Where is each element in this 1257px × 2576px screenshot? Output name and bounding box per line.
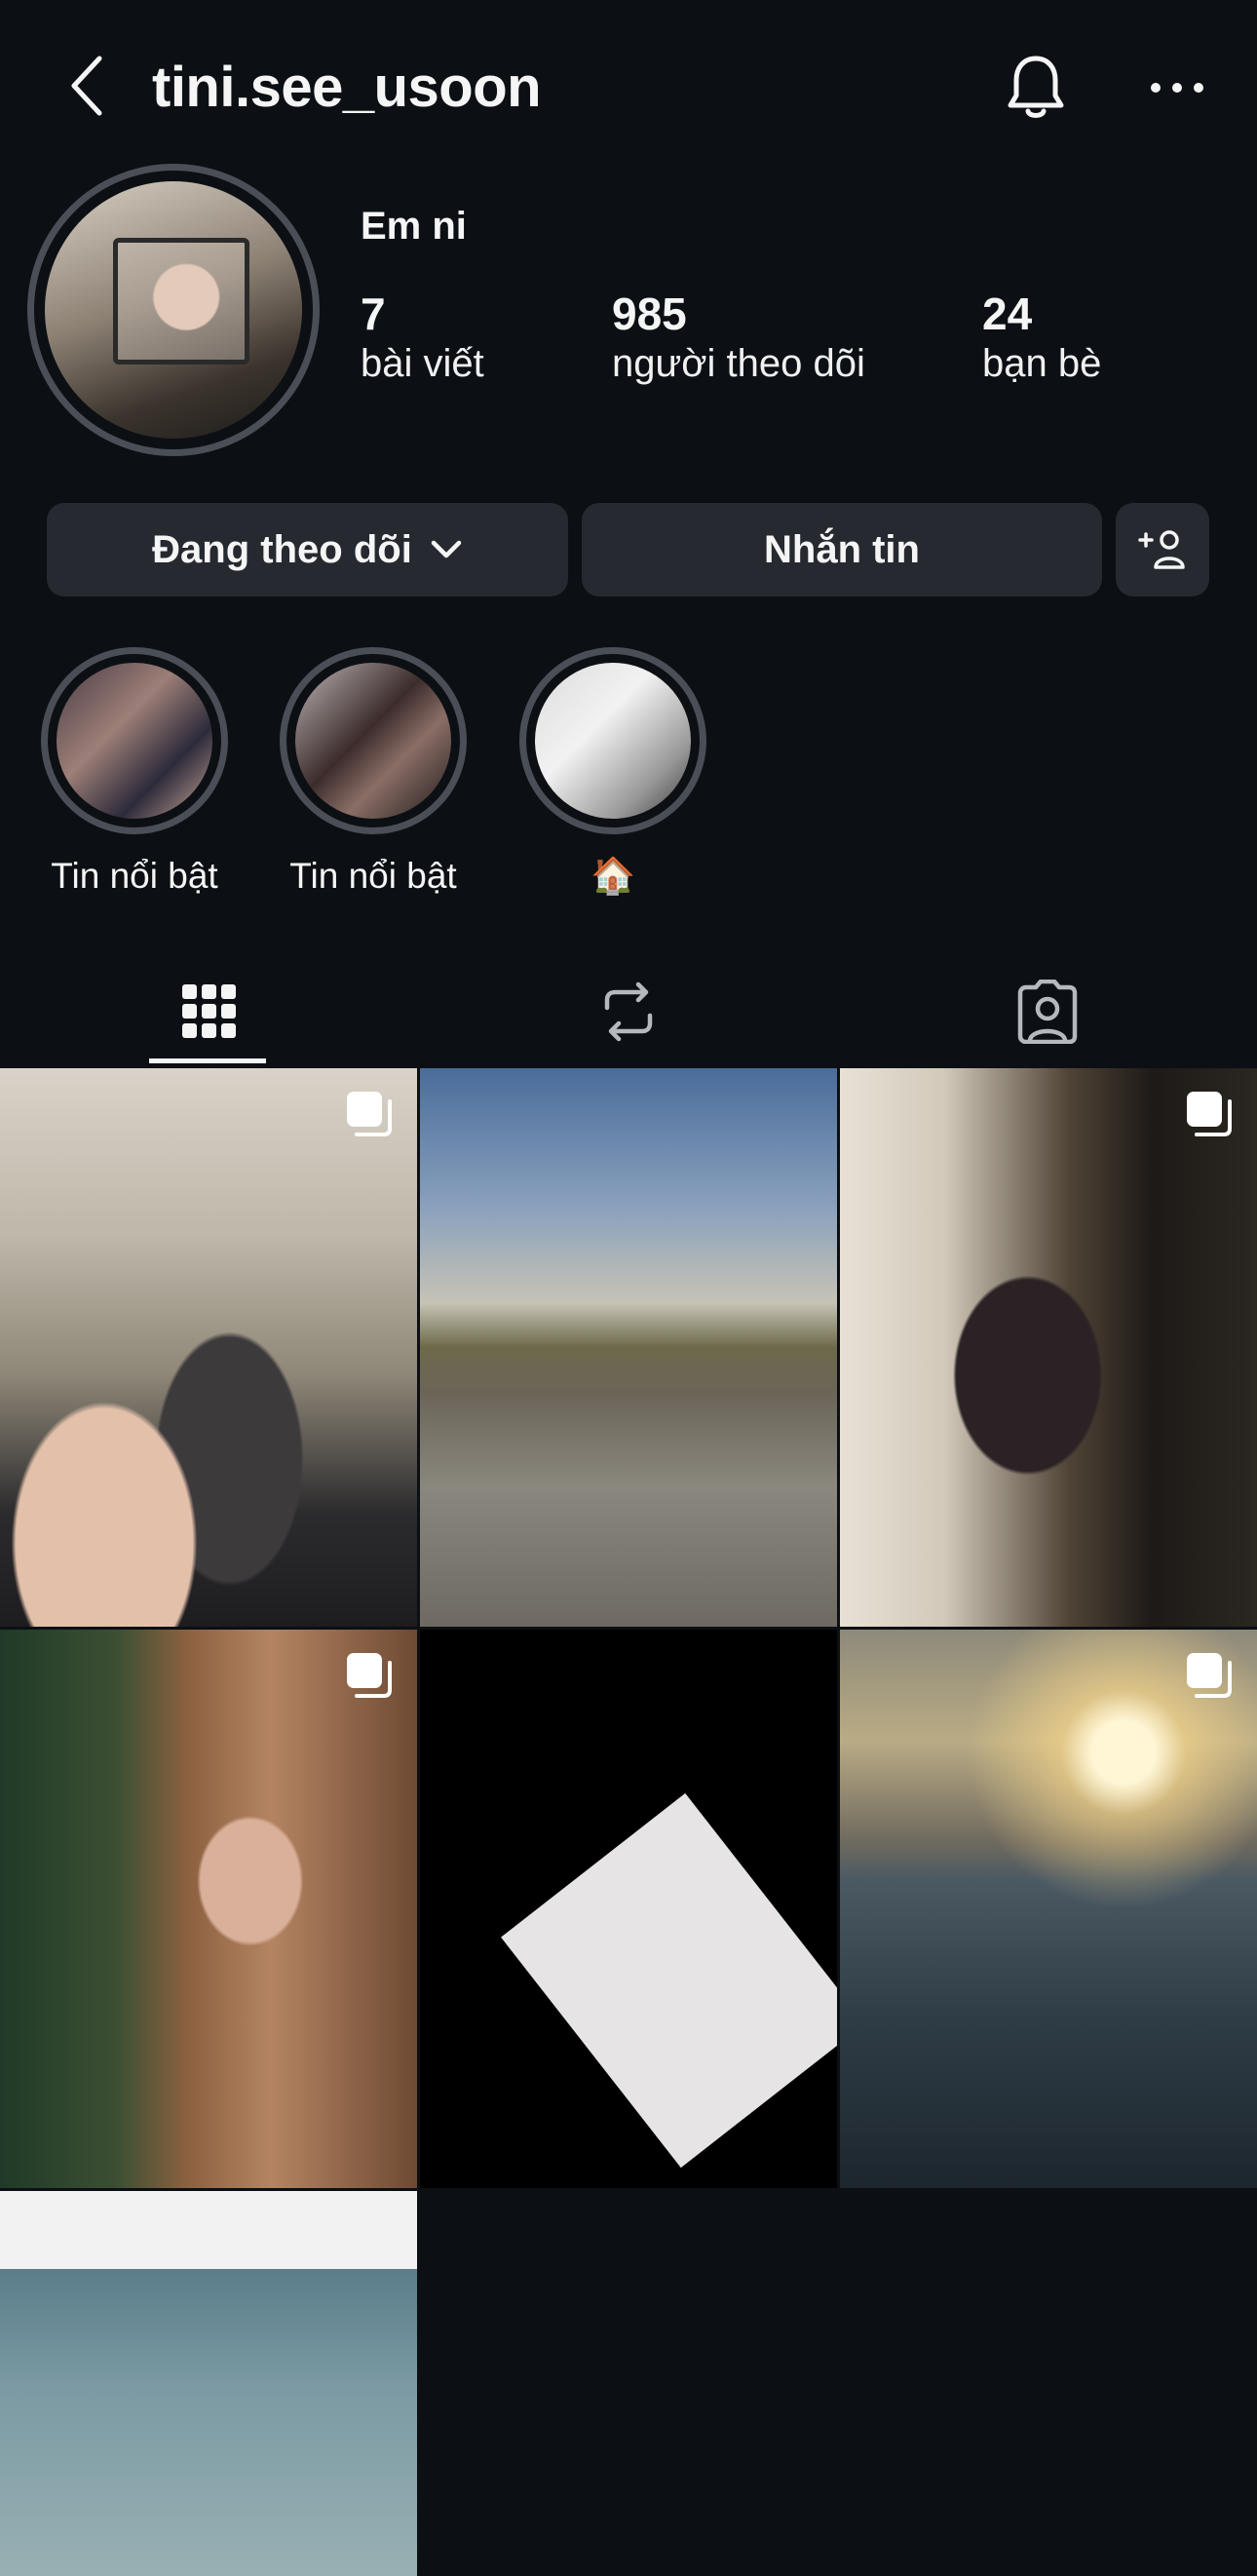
highlight-label: Tin nổi bật bbox=[289, 856, 457, 896]
back-button[interactable] bbox=[57, 51, 115, 121]
bell-icon bbox=[1008, 56, 1064, 118]
post-thumbnail[interactable] bbox=[0, 1630, 417, 2188]
stat-posts[interactable]: 7 bài viết bbox=[361, 288, 484, 388]
following-button[interactable]: Đang theo dõi bbox=[47, 503, 568, 596]
suggest-people-button[interactable] bbox=[1116, 503, 1209, 596]
person-plus-icon bbox=[1138, 530, 1185, 569]
post-thumbnail[interactable] bbox=[0, 1068, 417, 1627]
profile-header: tini.see_usoon bbox=[0, 0, 1257, 175]
tab-reposts[interactable] bbox=[419, 955, 838, 1068]
highlight-cover bbox=[57, 663, 212, 819]
message-button-label: Nhắn tin bbox=[764, 527, 920, 571]
post-thumbnail[interactable] bbox=[420, 1068, 837, 1627]
tab-tagged[interactable] bbox=[838, 955, 1257, 1068]
chevron-left-icon bbox=[71, 56, 102, 116]
grid-icon bbox=[182, 984, 236, 1038]
tagged-person-icon bbox=[1017, 980, 1078, 1044]
more-horizontal-icon bbox=[1151, 83, 1203, 93]
repost-icon bbox=[604, 981, 653, 1042]
highlight-item[interactable]: Tin nổi bật bbox=[37, 647, 232, 901]
post-thumbnail[interactable] bbox=[840, 1068, 1257, 1627]
carousel-icon bbox=[347, 1092, 392, 1136]
highlight-ring bbox=[41, 647, 228, 834]
profile-tabs bbox=[0, 955, 1257, 1068]
highlight-label: 🏠 bbox=[590, 856, 636, 896]
tab-posts[interactable] bbox=[0, 955, 419, 1068]
post-thumbnail[interactable] bbox=[840, 1630, 1257, 2188]
chevron-down-icon bbox=[431, 540, 462, 558]
highlight-cover bbox=[295, 663, 451, 819]
more-options-button[interactable] bbox=[1140, 51, 1214, 125]
active-tab-indicator bbox=[149, 1058, 266, 1063]
avatar[interactable] bbox=[45, 181, 302, 439]
stat-posts-label: bài viết bbox=[361, 342, 484, 385]
following-button-label: Đang theo dõi bbox=[152, 527, 412, 571]
highlight-ring bbox=[519, 647, 706, 834]
message-button[interactable]: Nhắn tin bbox=[582, 503, 1102, 596]
avatar-ring[interactable] bbox=[27, 164, 320, 456]
profile-username: tini.see_usoon bbox=[152, 56, 542, 119]
highlight-item[interactable]: 🏠 bbox=[515, 647, 710, 901]
carousel-icon bbox=[347, 1653, 392, 1698]
highlight-label: Tin nổi bật bbox=[51, 856, 218, 896]
stat-followers[interactable]: 985 người theo dõi bbox=[612, 288, 865, 388]
stat-friends-value: 24 bbox=[982, 288, 1033, 339]
stat-followers-label: người theo dõi bbox=[612, 342, 865, 385]
notifications-button[interactable] bbox=[999, 51, 1073, 125]
display-name: Em ni bbox=[361, 205, 467, 248]
post-thumbnail[interactable] bbox=[420, 1630, 837, 2188]
stat-posts-value: 7 bbox=[361, 288, 386, 339]
carousel-icon bbox=[1187, 1653, 1232, 1698]
highlight-item[interactable]: Tin nổi bật bbox=[276, 647, 471, 901]
post-thumbnail[interactable] bbox=[0, 2191, 417, 2576]
highlight-ring bbox=[280, 647, 467, 834]
stat-friends-label: bạn bè bbox=[982, 342, 1102, 385]
carousel-icon bbox=[1187, 1092, 1232, 1136]
highlight-cover bbox=[535, 663, 691, 819]
stat-friends[interactable]: 24 bạn bè bbox=[982, 288, 1101, 388]
stat-followers-value: 985 bbox=[612, 288, 687, 339]
